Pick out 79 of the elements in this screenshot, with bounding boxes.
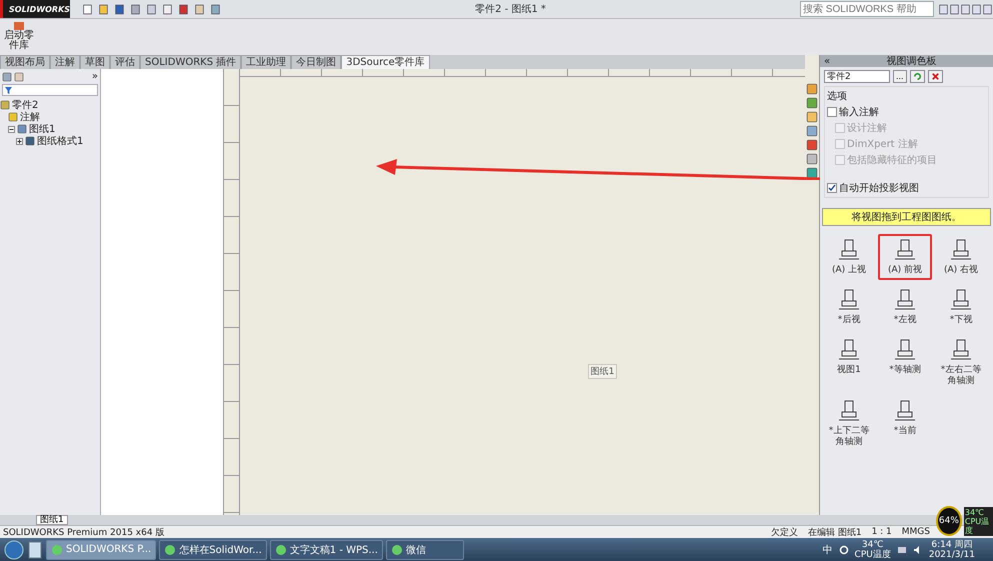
checkbox[interactable] — [827, 183, 837, 193]
ime-indicator[interactable]: 中 — [822, 542, 833, 556]
ribbon-tab[interactable]: SOLIDWORKS 插件 — [140, 55, 242, 69]
hint-bar: 将视图拖到工程图图纸。 — [822, 208, 991, 226]
cpu-temperature: 34℃ CPU温度 — [854, 540, 891, 560]
clear-button[interactable] — [928, 70, 943, 83]
ribbon-tab[interactable]: 视图布局 — [0, 55, 50, 69]
expand-icon[interactable] — [16, 138, 23, 144]
sheet-label: 图纸1 — [588, 364, 618, 378]
app-icon — [390, 544, 403, 556]
view-item[interactable]: *左视 — [878, 284, 932, 330]
part-view-icon — [950, 338, 972, 362]
status-text: 在编辑 图纸1 — [808, 526, 862, 538]
part-view-icon — [838, 399, 860, 423]
group-title: 选项 — [827, 90, 848, 103]
checkbox-label: 包括隐藏特征的项目 — [847, 154, 937, 167]
app-logo: SOLIDWORKS — [0, 0, 70, 18]
collapse-button[interactable]: » — [92, 71, 98, 82]
tree-item[interactable]: 零件2 — [12, 98, 38, 112]
collapse-icon[interactable] — [8, 126, 15, 132]
tree-item[interactable]: 注解 — [20, 110, 40, 124]
view-item[interactable]: *左右二等角轴测 — [934, 334, 988, 391]
tree-item[interactable]: 图纸1 — [29, 122, 56, 136]
document-dropdown[interactable]: 零件2 — [824, 70, 890, 83]
part-view-icon — [838, 288, 860, 312]
window-title: 零件2 - 图纸1 * — [474, 3, 547, 16]
refresh-button[interactable] — [910, 70, 925, 83]
part-view-icon — [838, 338, 860, 362]
status-text: SOLIDWORKS Premium 2015 x64 版 — [3, 526, 164, 538]
part-view-icon — [950, 288, 972, 312]
ribbon-tab[interactable]: 评估 — [110, 55, 140, 69]
view-item[interactable]: (A) 上视 — [822, 234, 876, 280]
clock[interactable]: 6:14 周四 2021/3/11 — [928, 540, 975, 560]
view-item[interactable]: 视图1 — [822, 334, 876, 391]
checkbox-label: DimXpert 注解 — [847, 138, 918, 151]
status-text: 1 : 1 — [872, 527, 892, 537]
app-icon — [164, 544, 176, 556]
part-view-icon — [894, 288, 916, 312]
refresh-icon — [912, 72, 922, 81]
ribbon-tab[interactable]: 草图 — [80, 55, 110, 69]
panel-title: 视图调色板 — [886, 54, 938, 68]
filter-icon — [5, 86, 12, 94]
filter-field[interactable] — [2, 84, 98, 96]
search-field[interactable]: 搜索 SOLIDWORKS 帮助 — [800, 1, 934, 17]
app-icon — [51, 544, 63, 556]
part-view-icon — [950, 238, 972, 262]
view-item[interactable]: *等轴测 — [878, 334, 932, 391]
collapse-button[interactable]: « — [824, 56, 830, 66]
part-view-icon — [894, 238, 916, 262]
ribbon-tab[interactable]: 工业助理 — [241, 55, 292, 69]
taskbar-app[interactable]: 微信 — [386, 540, 464, 560]
toolbar-button[interactable]: 启动零件库 — [4, 21, 34, 51]
view-item[interactable]: (A) 前视 — [878, 234, 932, 280]
checkbox-label: 输入注解 — [839, 106, 879, 119]
view-item[interactable]: *下视 — [934, 284, 988, 330]
checkbox[interactable] — [827, 107, 837, 117]
browse-button[interactable]: ... — [893, 70, 907, 83]
checkbox-label: 自动开始投影视图 — [839, 182, 919, 195]
parts-library-icon — [13, 21, 25, 31]
app-icon — [274, 544, 287, 556]
view-item[interactable]: *当前 — [878, 395, 932, 452]
start-button[interactable] — [4, 540, 24, 560]
ribbon-tab[interactable]: 今日制图 — [291, 55, 342, 69]
part-view-icon — [894, 399, 916, 423]
ribbon-tab[interactable]: 3DSource零件库 — [341, 55, 430, 69]
view-item[interactable]: (A) 右视 — [934, 234, 988, 280]
view-item[interactable]: *后视 — [822, 284, 876, 330]
taskbar-app[interactable]: 怎样在SolidWor... — [159, 540, 267, 560]
tree-item[interactable]: 图纸格式1 — [37, 134, 84, 148]
cpu-readout: 34℃ CPU温度 — [964, 506, 993, 536]
sheet-tab[interactable]: 图纸1 — [36, 515, 68, 525]
status-text: 欠定义 — [770, 526, 798, 538]
checkbox-label: 设计注解 — [847, 122, 887, 135]
part-view-icon — [894, 338, 916, 362]
view-item[interactable]: *上下二等角轴测 — [822, 395, 876, 452]
part-view-icon — [838, 238, 860, 262]
status-text: MMGS — [902, 527, 930, 537]
taskbar-app[interactable]: 文字文稿1 - WPS... — [270, 540, 383, 560]
ribbon-tab[interactable]: 注解 — [50, 55, 80, 69]
